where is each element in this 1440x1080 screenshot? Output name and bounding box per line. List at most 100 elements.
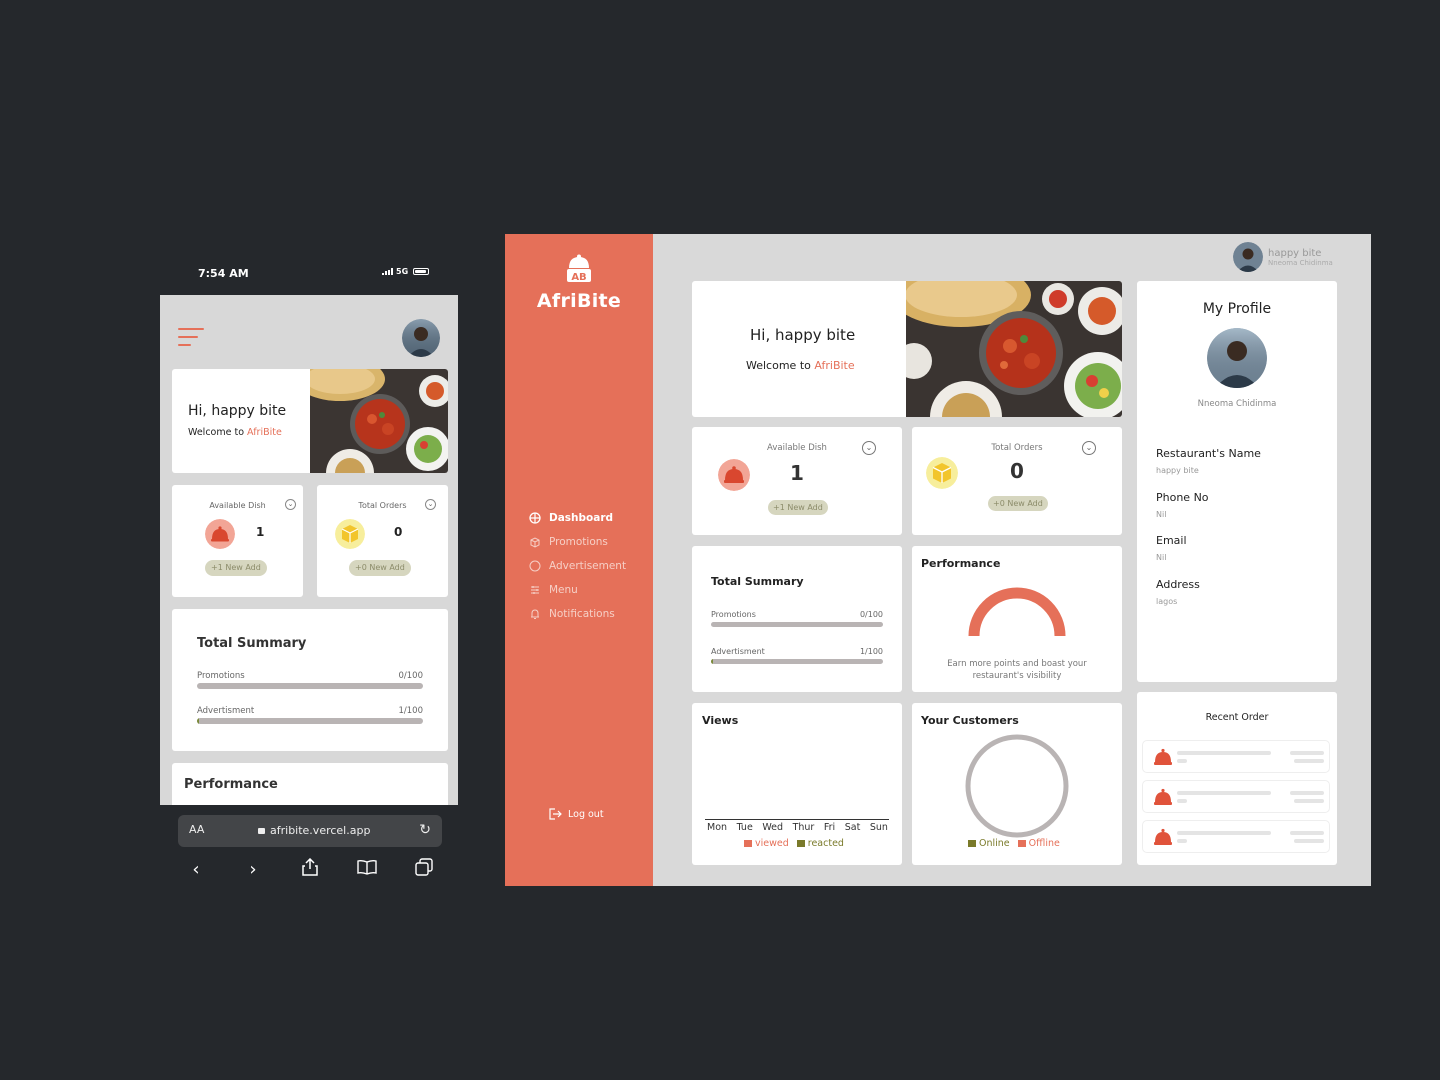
total-summary-card: Total Summary Promotions 0/100 Advertism… bbox=[692, 546, 902, 692]
lock-icon bbox=[258, 828, 265, 834]
legend-label: viewed bbox=[755, 838, 789, 849]
sidebar-item-label: Notifications bbox=[549, 608, 615, 620]
cloche-logo-icon: AB bbox=[567, 254, 591, 283]
customers-legend: Online Offline bbox=[968, 838, 1060, 849]
available-dish-label: Available Dish bbox=[209, 501, 266, 510]
total-orders-card[interactable]: Total Orders ⌄ 0 +0 New Add bbox=[317, 485, 448, 597]
legend-swatch bbox=[1017, 840, 1026, 847]
chevron-down-icon[interactable]: ⌄ bbox=[425, 499, 436, 510]
recent-order-card: Recent Order bbox=[1137, 692, 1337, 865]
welcome-text: Welcome to AfriBite bbox=[746, 359, 855, 372]
profile-name: Nneoma Chidinma bbox=[1197, 399, 1277, 409]
user-name: happy bite bbox=[1268, 247, 1322, 259]
customers-donut bbox=[965, 734, 1069, 838]
share-icon[interactable] bbox=[298, 857, 322, 881]
new-add-badge: +0 New Add bbox=[349, 560, 411, 576]
logout-icon bbox=[549, 808, 562, 820]
welcome-card: Hi, happy bite Welcome to AfriBite bbox=[692, 281, 1122, 417]
legend-swatch bbox=[796, 840, 805, 847]
chevron-down-icon[interactable]: ⌄ bbox=[862, 441, 876, 455]
day-label: Fri bbox=[823, 822, 836, 833]
sidebar-item-label: Advertisement bbox=[549, 560, 627, 572]
list-item[interactable] bbox=[1142, 740, 1330, 773]
welcome-prefix: Welcome to bbox=[188, 427, 248, 438]
status-time: 7:54 AM bbox=[198, 267, 249, 280]
field-label: Email bbox=[1156, 534, 1187, 547]
placeholder-line bbox=[1177, 831, 1271, 835]
cloche-icon bbox=[1154, 748, 1172, 765]
day-label: Sat bbox=[844, 822, 861, 833]
list-item[interactable] bbox=[1142, 820, 1330, 853]
profile-card: My Profile Nneoma Chidinma Restaurant's … bbox=[1137, 281, 1337, 682]
user-menu[interactable]: happy bite Nneoma Chidinma bbox=[1233, 242, 1333, 272]
text-size-button[interactable]: AA bbox=[189, 823, 204, 836]
placeholder-line bbox=[1294, 799, 1324, 803]
mobile-screen: Hi, happy bite Welcome to AfriBite Avail… bbox=[160, 295, 458, 805]
sidebar-item-label: Dashboard bbox=[549, 512, 614, 524]
avatar[interactable] bbox=[402, 319, 440, 357]
summary-row-promotions: Promotions 0/100 bbox=[197, 671, 423, 689]
greeting-title: Hi, happy bite bbox=[188, 403, 287, 419]
summary-row-label: Promotions bbox=[711, 610, 756, 619]
performance-title: Performance bbox=[921, 557, 1001, 570]
available-dish-card[interactable]: Available Dish ⌄ 1 +1 New Add bbox=[172, 485, 303, 597]
sidebar-item-advertisement[interactable]: Advertisement bbox=[529, 554, 626, 578]
chevron-down-icon[interactable]: ⌄ bbox=[1082, 441, 1096, 455]
tabs-icon[interactable] bbox=[412, 857, 436, 881]
customers-card: Your Customers Online Offline bbox=[912, 703, 1122, 865]
progress-bar bbox=[197, 683, 423, 689]
url-field[interactable]: afribite.vercel.app bbox=[258, 824, 370, 837]
legend-swatch bbox=[744, 840, 752, 847]
profile-avatar[interactable] bbox=[1207, 328, 1267, 388]
total-summary-card: Total Summary Promotions 0/100 Advertism… bbox=[172, 609, 448, 751]
menu-icon bbox=[531, 586, 539, 594]
sidebar-item-label: Promotions bbox=[549, 536, 608, 548]
placeholder-line bbox=[1177, 839, 1187, 843]
profile-field-phone: Phone No Nil bbox=[1156, 491, 1209, 519]
new-add-badge: +0 New Add bbox=[988, 496, 1048, 511]
views-day-labels: Mon Tue Wed Thur Fri Sat Sun bbox=[707, 822, 888, 833]
forward-icon[interactable]: › bbox=[241, 859, 265, 880]
url-text: afribite.vercel.app bbox=[270, 824, 371, 837]
brand-name: AfriBite bbox=[536, 290, 622, 312]
browser-address-bar[interactable]: AA afribite.vercel.app ↻ bbox=[178, 815, 442, 847]
placeholder-line bbox=[1177, 751, 1271, 755]
progress-bar bbox=[711, 622, 883, 627]
new-add-badge: +1 New Add bbox=[205, 560, 267, 576]
placeholder-line bbox=[1177, 791, 1271, 795]
sidebar-item-notifications[interactable]: Notifications bbox=[529, 602, 626, 626]
logout-button[interactable]: Log out bbox=[549, 808, 604, 820]
placeholder-line bbox=[1294, 839, 1324, 843]
battery-icon bbox=[413, 268, 430, 275]
total-orders-count: 0 bbox=[394, 525, 403, 539]
progress-bar bbox=[197, 718, 423, 724]
chevron-down-icon[interactable]: ⌄ bbox=[285, 499, 296, 510]
desktop-dashboard: AB AfriBite Dashboard Promotions Adverti… bbox=[505, 234, 1371, 886]
welcome-card: Hi, happy bite Welcome to AfriBite bbox=[172, 369, 448, 473]
welcome-text: Welcome to AfriBite bbox=[188, 427, 282, 438]
cloche-icon bbox=[1154, 788, 1172, 805]
placeholder-line bbox=[1177, 759, 1187, 763]
field-label: Phone No bbox=[1156, 491, 1209, 504]
available-dish-count: 1 bbox=[256, 525, 265, 539]
field-value: Nil bbox=[1156, 553, 1167, 562]
list-item[interactable] bbox=[1142, 780, 1330, 813]
brand-logo[interactable]: AB AfriBite bbox=[505, 254, 653, 312]
customers-title: Your Customers bbox=[921, 714, 1019, 727]
mobile-mockup: 7:54 AM 5G Hi, happy bite Welcome to Afr… bbox=[160, 255, 460, 885]
sidebar-item-dashboard[interactable]: Dashboard bbox=[529, 506, 626, 530]
sidebar-item-promotions[interactable]: Promotions bbox=[529, 530, 626, 554]
total-orders-card[interactable]: Total Orders ⌄ 0 +0 New Add bbox=[912, 427, 1122, 535]
progress-fill bbox=[197, 718, 200, 724]
reload-icon[interactable]: ↻ bbox=[419, 822, 431, 838]
back-icon[interactable]: ‹ bbox=[184, 859, 208, 880]
greeting-title: Hi, happy bite bbox=[750, 326, 856, 344]
sidebar: AB AfriBite Dashboard Promotions Adverti… bbox=[505, 234, 653, 886]
hamburger-menu-icon[interactable] bbox=[178, 328, 204, 348]
promotions-icon bbox=[530, 537, 540, 548]
summary-row-value: 0/100 bbox=[859, 610, 883, 619]
available-dish-card[interactable]: Available Dish ⌄ 1 +1 New Add bbox=[692, 427, 902, 535]
views-legend: viewed reacted bbox=[744, 838, 844, 849]
bookmarks-icon[interactable] bbox=[355, 859, 379, 880]
sidebar-item-menu[interactable]: Menu bbox=[529, 578, 626, 602]
